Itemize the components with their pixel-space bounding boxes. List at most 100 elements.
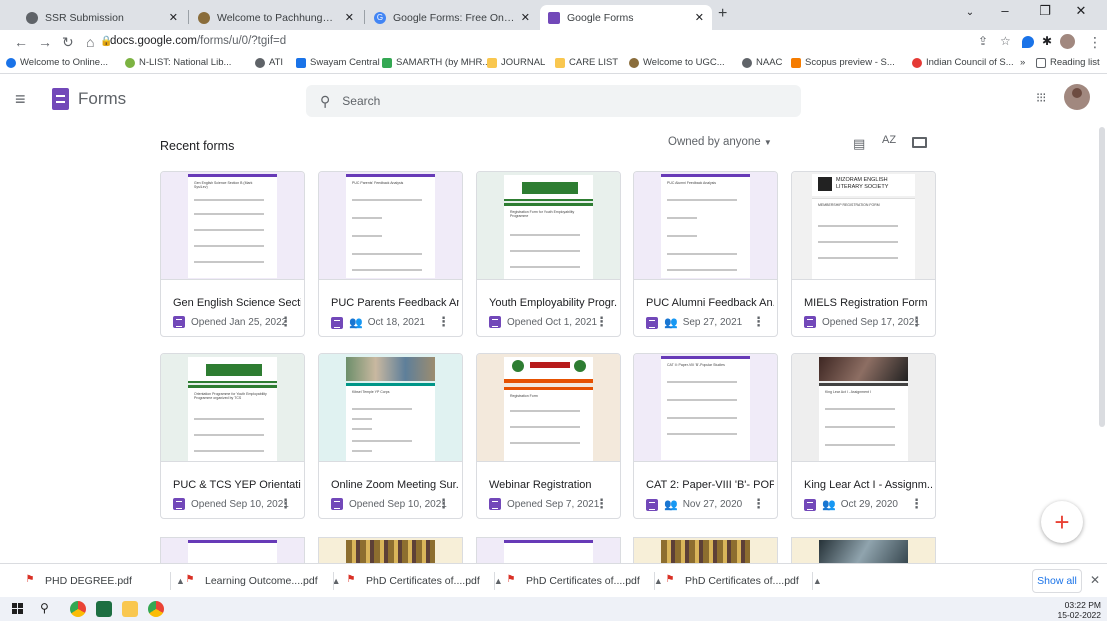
bookmark-item[interactable]: Welcome to UGC... [629, 57, 725, 68]
more-options-icon[interactable]: ⋮ [437, 314, 450, 330]
create-form-button[interactable]: + [1041, 501, 1083, 543]
form-card-partial[interactable] [791, 537, 936, 564]
bookmark-folder[interactable]: CARE LIST [555, 57, 618, 68]
more-options-icon[interactable]: ⋮ [437, 496, 450, 512]
folder-open-icon[interactable] [912, 137, 927, 148]
bookmark-folder[interactable]: JOURNAL [487, 57, 545, 68]
preview-line [510, 234, 580, 236]
more-bookmarks-button[interactable]: » [1020, 57, 1025, 68]
form-card[interactable]: King Lear Act I - Assignment I King Lear… [791, 353, 936, 519]
extension-icon[interactable] [1022, 36, 1034, 48]
restore-icon[interactable]: ❐ [1030, 3, 1060, 19]
download-item[interactable]: ⚑ Learning Outcome....pdf ▲ [184, 564, 341, 598]
form-card[interactable]: Registration Form for Youth Employabilit… [476, 171, 621, 337]
reload-icon[interactable]: ↻ [62, 34, 74, 51]
window-close-icon[interactable]: ✕ [1066, 3, 1096, 19]
share-icon[interactable]: ⇪ [978, 34, 988, 48]
chevron-up-icon[interactable]: ▲ [494, 576, 503, 586]
close-icon[interactable]: ✕ [169, 11, 178, 24]
address-bar-row: ← → ↻ ⌂ 🔒 docs.google.com/forms/u/0/?tgi… [0, 30, 1107, 54]
tab-pachhunga-university[interactable]: Welcome to Pachhunga Universi ✕ [190, 5, 362, 30]
bookmark-label: Welcome to UGC... [643, 57, 725, 68]
chevron-up-icon[interactable]: ▲ [654, 576, 663, 586]
more-options-icon[interactable]: ⋮ [752, 314, 765, 330]
file-explorer-icon[interactable] [122, 601, 138, 617]
forward-arrow-icon[interactable]: → [38, 34, 52, 50]
search-icon[interactable]: ⚲ [40, 601, 56, 617]
excel-icon[interactable] [96, 601, 112, 617]
extensions-puzzle-icon[interactable]: ✱ [1042, 34, 1052, 48]
more-options-icon[interactable]: ⋮ [279, 314, 292, 330]
form-meta: Opened Oct 1, 2021 [489, 316, 597, 328]
form-card[interactable]: PUC Alumni Feedback Analysis PUC Alumni … [633, 171, 778, 337]
form-card-partial[interactable] [318, 537, 463, 564]
form-title: MIELS Registration Form [804, 297, 928, 309]
account-avatar[interactable] [1064, 84, 1090, 110]
download-separator [494, 572, 495, 590]
home-icon[interactable]: ⌂ [86, 34, 94, 50]
form-card[interactable]: Registration Form Webinar Registration O… [476, 353, 621, 519]
more-options-icon[interactable]: ⋮ [595, 496, 608, 512]
image-banner [819, 540, 908, 564]
form-card[interactable]: MIZORAM ENGLISH LITERARY SOCIETY MEMBERS… [791, 171, 936, 337]
search-input[interactable]: ⚲ Search [306, 85, 801, 117]
form-card-partial[interactable] [476, 537, 621, 564]
tab-google-forms[interactable]: Google Forms ✕ [540, 5, 712, 30]
bookmark-item[interactable]: ATI [255, 57, 283, 68]
apps-grid-icon[interactable]: ⁝⁝⁝ [1036, 90, 1046, 106]
bookmark-item[interactable]: Swayam Central [296, 57, 380, 68]
tab-search-icon[interactable]: ⌄ [955, 7, 985, 18]
chrome-icon[interactable] [70, 601, 86, 617]
close-downloads-icon[interactable]: ✕ [1090, 573, 1100, 587]
owner-filter-dropdown[interactable]: Owned by anyone ▼ [668, 136, 772, 148]
form-card[interactable]: Kibsel Temple YP Corps Online Zoom Meeti… [318, 353, 463, 519]
more-options-icon[interactable]: ⋮ [595, 314, 608, 330]
more-options-icon[interactable]: ⋮ [910, 496, 923, 512]
page-scrollbar[interactable] [1099, 127, 1105, 427]
form-thumbnail: Registration Form [477, 354, 620, 462]
sort-az-icon[interactable]: AZ [882, 134, 896, 146]
form-card-partial[interactable] [160, 537, 305, 564]
bookmark-item[interactable]: SAMARTH (by MHR... [382, 57, 490, 68]
url-field[interactable]: docs.google.com/forms/u/0/?tgif=d [110, 35, 286, 47]
bookmark-item[interactable]: Welcome to Online... [6, 57, 108, 68]
back-arrow-icon[interactable]: ← [14, 34, 28, 50]
bookmark-star-icon[interactable]: ☆ [1000, 34, 1011, 48]
tab-google-forms-free[interactable]: G Google Forms: Free Online Form ✕ [366, 5, 538, 30]
form-card[interactable]: Orientation Programme for Youth Employab… [160, 353, 305, 519]
bookshelf-banner [346, 540, 435, 564]
browser-menu-icon[interactable]: ⋮ [1088, 34, 1102, 51]
show-all-downloads-button[interactable]: Show all [1032, 569, 1082, 593]
chevron-up-icon[interactable]: ▲ [813, 576, 822, 586]
bookmark-item[interactable]: N-LIST: National Lib... [125, 57, 231, 68]
profile-avatar[interactable] [1060, 34, 1075, 49]
close-icon[interactable]: ✕ [521, 11, 530, 24]
list-view-icon[interactable]: ▤ [853, 136, 865, 152]
chrome-icon-2[interactable] [148, 601, 164, 617]
more-options-icon[interactable]: ⋮ [752, 496, 765, 512]
form-card-partial[interactable] [633, 537, 778, 564]
download-item[interactable]: ⚑ PhD Certificates of....pdf ▲ [505, 564, 663, 598]
bookmark-item[interactable]: NAAC [742, 57, 782, 68]
form-card[interactable]: PUC Parents' Feedback Analysis PUC Paren… [318, 171, 463, 337]
bookmark-item[interactable]: Indian Council of S... [912, 57, 1014, 68]
tab-ssr-submission[interactable]: SSR Submission ✕ [18, 5, 186, 30]
more-options-icon[interactable]: ⋮ [910, 314, 923, 330]
minimize-icon[interactable]: – [990, 3, 1020, 18]
system-clock[interactable]: 03:22 PM 15-02-2022 [1058, 600, 1101, 620]
main-menu-icon[interactable]: ≡ [15, 89, 26, 110]
close-icon[interactable]: ✕ [695, 11, 704, 24]
windows-start-icon[interactable] [10, 601, 26, 617]
bookmark-item[interactable]: Scopus preview - S... [791, 57, 895, 68]
download-item[interactable]: ⚑ PhD Certificates of....pdf ▲ [664, 564, 822, 598]
form-card[interactable]: Gen English Science Section B (Mark Sys/… [160, 171, 305, 337]
close-icon[interactable]: ✕ [345, 11, 354, 24]
reading-list-button[interactable]: Reading list [1036, 57, 1100, 68]
more-options-icon[interactable]: ⋮ [279, 496, 292, 512]
form-card[interactable]: CAT II: Paper-VIII 'B'-Popular Studies C… [633, 353, 778, 519]
form-title: CAT 2: Paper-VIII 'B'- POP... [646, 479, 774, 491]
new-tab-button[interactable]: + [718, 5, 727, 23]
download-item[interactable]: ⚑ PhD Certificates of....pdf ▲ [345, 564, 503, 598]
download-item[interactable]: ⚑ PHD DEGREE.pdf ▲ [24, 564, 185, 598]
download-filename: PhD Certificates of....pdf [366, 575, 480, 587]
